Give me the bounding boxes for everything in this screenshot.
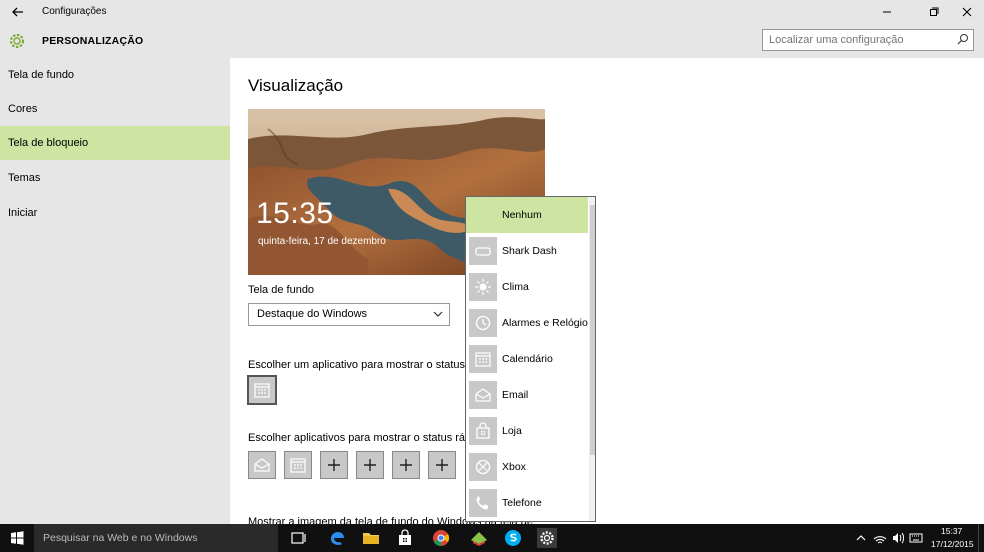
keyboard-icon[interactable]	[909, 531, 923, 545]
edge-icon[interactable]	[327, 528, 347, 548]
app-chooser-popup: Nenhum Shark Dash Clima Alarmes e Relógi…	[465, 196, 596, 522]
minimize-button[interactable]	[870, 0, 904, 24]
popup-item-label: Shark Dash	[502, 245, 557, 257]
popup-item-label: Xbox	[502, 461, 526, 473]
background-dropdown[interactable]: Destaque do Windows	[248, 303, 450, 326]
plus-icon	[364, 459, 376, 471]
popup-item-alarms-clock[interactable]: Alarmes e Relógio	[466, 305, 588, 341]
file-explorer-icon[interactable]	[361, 528, 381, 548]
mail-icon	[254, 458, 270, 472]
popup-item-weather[interactable]: Clima	[466, 269, 588, 305]
sidebar-item-background[interactable]: Tela de fundo	[0, 58, 230, 92]
settings-gear-icon[interactable]	[537, 528, 557, 548]
shark-dash-icon	[475, 247, 491, 256]
alarm-clock-icon	[475, 315, 491, 331]
calendar-icon	[290, 458, 306, 473]
restore-button[interactable]	[917, 0, 951, 24]
sidebar: Tela de fundo Cores Tela de bloqueio Tem…	[0, 58, 230, 524]
detailed-status-app-button[interactable]	[247, 375, 277, 405]
close-icon	[962, 7, 972, 17]
back-button[interactable]	[8, 2, 28, 22]
quick-status-slot-mail[interactable]	[248, 451, 276, 479]
popup-item-label: Nenhum	[502, 209, 542, 221]
plus-icon	[436, 459, 448, 471]
settings-header: PERSONALIZAÇÃO	[0, 24, 984, 58]
sidebar-item-start[interactable]: Iniciar	[0, 196, 230, 230]
taskbar-search[interactable]: Pesquisar na Web e no Windows	[34, 524, 278, 552]
taskbar: Pesquisar na Web e no Windows 15:37 17/1…	[0, 524, 984, 552]
popup-item-calendar[interactable]: Calendário	[466, 341, 588, 377]
store-icon	[476, 422, 490, 439]
sidebar-item-themes[interactable]: Temas	[0, 161, 230, 195]
bluestacks-icon[interactable]	[469, 528, 489, 548]
popup-item-email[interactable]: Email	[466, 377, 588, 413]
sidebar-item-lock-screen[interactable]: Tela de bloqueio	[0, 126, 230, 160]
weather-icon	[475, 279, 491, 295]
chrome-icon[interactable]	[431, 528, 451, 548]
quick-status-slot-add-4[interactable]	[428, 451, 456, 479]
arrow-left-icon	[12, 7, 23, 17]
title-bar: Configurações	[0, 0, 984, 24]
settings-search-box[interactable]	[762, 29, 974, 51]
detailed-status-label: Escolher um aplicativo para mostrar o st…	[248, 359, 475, 371]
popup-item-phone[interactable]: Telefone	[466, 485, 588, 521]
start-button[interactable]	[0, 524, 34, 552]
calendar-icon	[254, 383, 270, 398]
search-icon[interactable]	[957, 33, 969, 45]
popup-item-store[interactable]: Loja	[466, 413, 588, 449]
taskbar-clock-time[interactable]: 15:37	[941, 526, 962, 536]
window-title: Configurações	[42, 6, 107, 17]
page-heading: Visualização	[248, 76, 344, 95]
popup-scrollbar-thumb[interactable]	[590, 205, 595, 455]
popup-item-label: Alarmes e Relógio	[502, 317, 588, 329]
popup-item-label: Loja	[502, 425, 522, 437]
preview-time: 15:35	[256, 197, 334, 230]
main-content: Visualização 15:35 quinta-feira, 17 de d…	[230, 58, 984, 524]
store-taskbar-icon[interactable]	[395, 528, 415, 548]
chevron-up-icon[interactable]	[855, 532, 867, 544]
preview-date: quinta-feira, 17 de dezembro	[258, 236, 386, 247]
popup-item-label: Telefone	[502, 497, 542, 509]
taskbar-clock-date[interactable]: 17/12/2015	[931, 539, 974, 549]
quick-status-slot-calendar[interactable]	[284, 451, 312, 479]
task-view-icon[interactable]	[289, 528, 309, 548]
windows-logo-icon	[11, 531, 24, 545]
chevron-down-icon	[433, 311, 443, 317]
background-dropdown-value: Destaque do Windows	[257, 308, 368, 320]
popup-item-label: Clima	[502, 281, 529, 293]
network-icon[interactable]	[873, 531, 887, 545]
plus-icon	[400, 459, 412, 471]
show-desktop-button[interactable]	[978, 524, 984, 552]
popup-item-label: Calendário	[502, 353, 553, 365]
gear-icon	[9, 33, 25, 49]
popup-item-shark-dash[interactable]: Shark Dash	[466, 233, 588, 269]
volume-icon[interactable]	[891, 531, 905, 545]
popup-item-xbox[interactable]: Xbox	[466, 449, 588, 485]
quick-status-slot-add-3[interactable]	[392, 451, 420, 479]
popup-scrollbar[interactable]	[589, 197, 595, 521]
close-button[interactable]	[950, 0, 984, 24]
settings-search-input[interactable]	[763, 30, 943, 50]
background-label: Tela de fundo	[248, 284, 315, 296]
xbox-icon	[475, 459, 491, 475]
quick-status-slot-add-2[interactable]	[356, 451, 384, 479]
skype-icon[interactable]	[503, 528, 523, 548]
section-title: PERSONALIZAÇÃO	[42, 35, 144, 47]
plus-icon	[328, 459, 340, 471]
quick-status-label: Escolher aplicativos para mostrar o stat…	[248, 432, 472, 444]
sidebar-item-colors[interactable]: Cores	[0, 92, 230, 126]
phone-icon	[476, 496, 489, 510]
restore-icon	[930, 7, 939, 16]
quick-status-slot-add-1[interactable]	[320, 451, 348, 479]
calendar-icon	[475, 352, 491, 367]
mail-icon	[475, 388, 491, 402]
popup-item-label: Email	[502, 389, 529, 401]
popup-item-none[interactable]: Nenhum	[466, 197, 588, 233]
minimize-icon	[883, 11, 891, 13]
